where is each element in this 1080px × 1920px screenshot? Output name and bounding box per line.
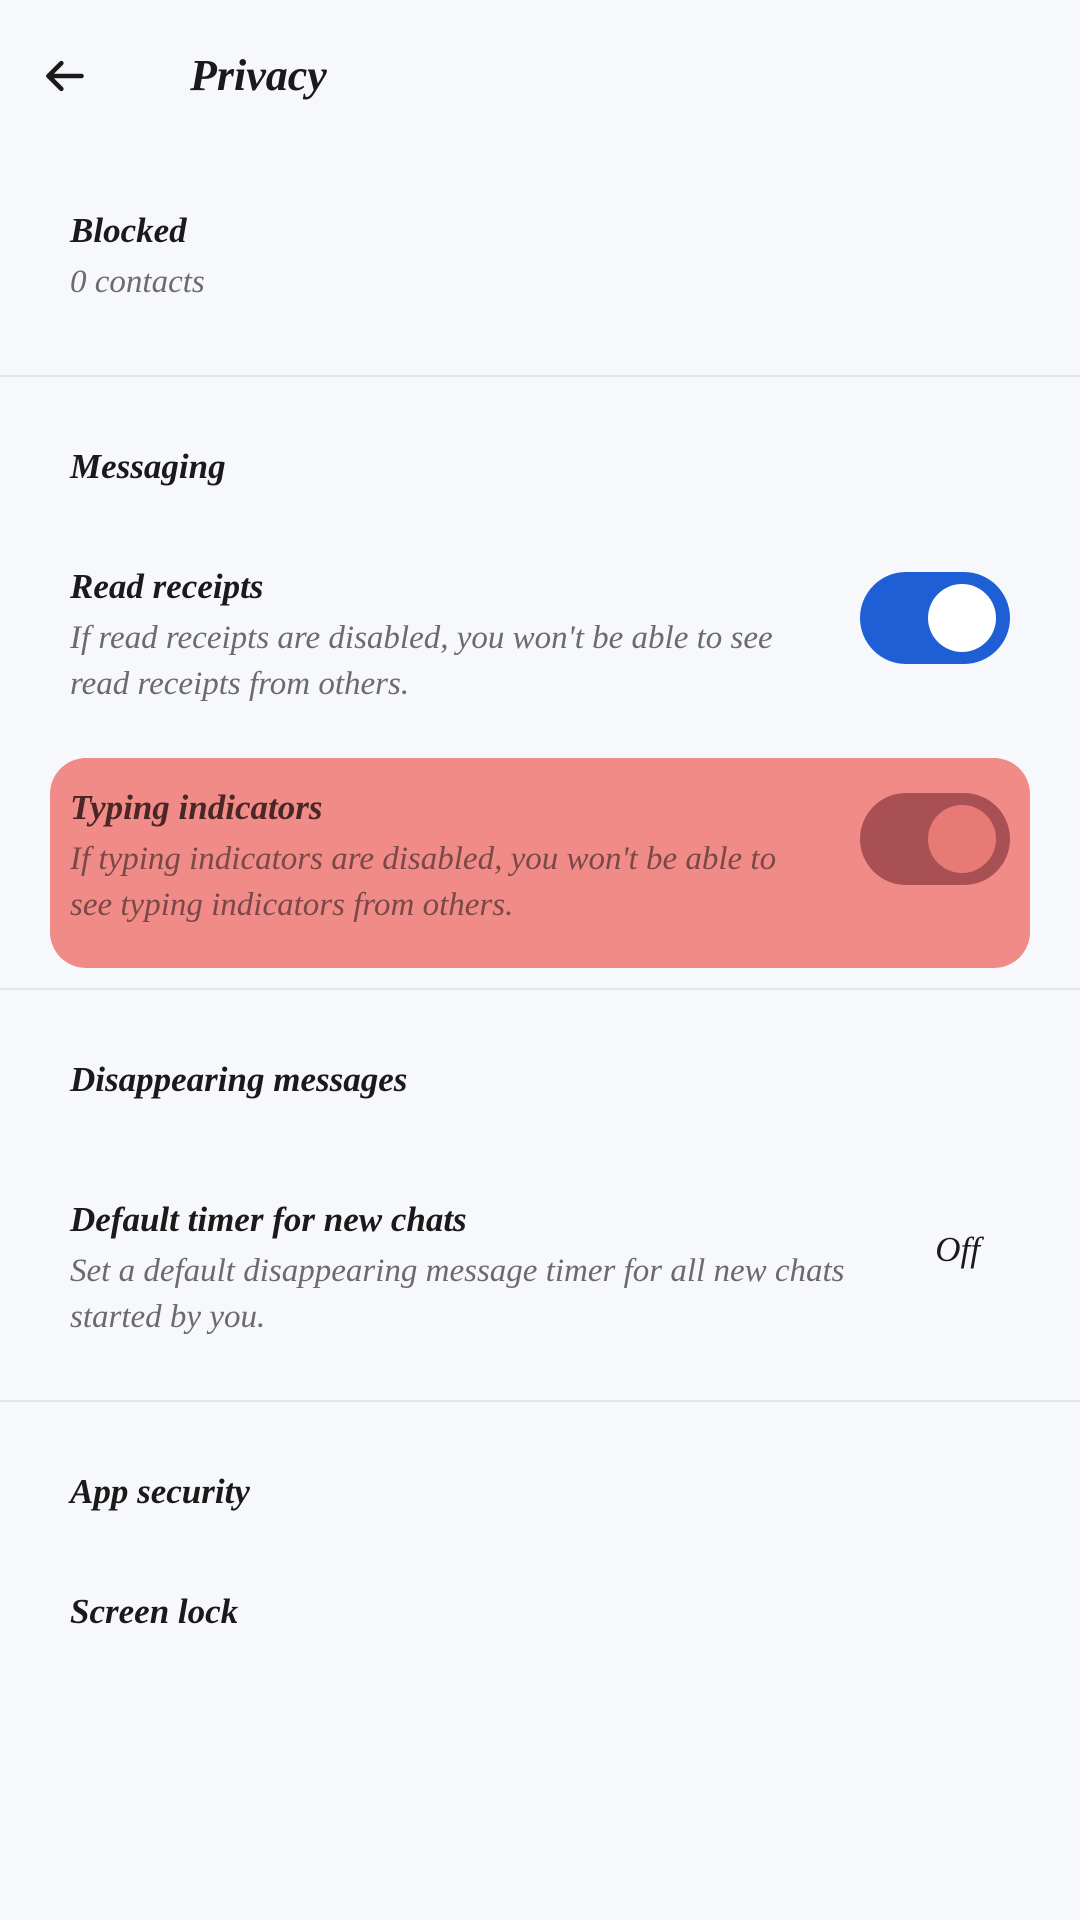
typing-indicators-title: Typing indicators (70, 788, 820, 828)
default-timer-subtitle: Set a default disappearing message timer… (70, 1248, 855, 1340)
toggle-knob (928, 805, 996, 873)
read-receipts-subtitle: If read receipts are disabled, you won't… (70, 615, 820, 707)
screen-lock-item[interactable]: Screen lock (70, 1572, 1010, 1670)
read-receipts-text: Read receipts If read receipts are disab… (70, 567, 860, 707)
blocked-title: Blocked (70, 211, 1010, 251)
default-timer-item[interactable]: Default timer for new chats Set a defaul… (70, 1160, 1010, 1380)
blocked-section: Blocked 0 contacts (0, 131, 1080, 355)
disappearing-section: Disappearing messages Default timer for … (0, 990, 1080, 1380)
typing-indicators-subtitle: If typing indicators are disabled, you w… (70, 836, 820, 928)
messaging-header: Messaging (70, 377, 1010, 547)
typing-indicators-text: Typing indicators If typing indicators a… (70, 788, 860, 928)
screen-lock-text: Screen lock (70, 1592, 1010, 1640)
page-title: Privacy (190, 50, 327, 101)
back-button[interactable] (40, 51, 90, 101)
default-timer-value: Off (895, 1230, 1010, 1270)
read-receipts-toggle[interactable] (860, 572, 1010, 664)
typing-indicators-item[interactable]: Typing indicators If typing indicators a… (50, 758, 1030, 968)
header: Privacy (0, 0, 1080, 131)
default-timer-title: Default timer for new chats (70, 1200, 855, 1240)
screen-lock-title: Screen lock (70, 1592, 970, 1632)
read-receipts-item[interactable]: Read receipts If read receipts are disab… (70, 547, 1010, 737)
read-receipts-title: Read receipts (70, 567, 820, 607)
blocked-subtitle: 0 contacts (70, 259, 1010, 305)
arrow-left-icon (43, 54, 87, 98)
messaging-section: Messaging Read receipts If read receipts… (0, 377, 1080, 968)
toggle-knob (928, 584, 996, 652)
app-security-header: App security (70, 1402, 1010, 1572)
default-timer-text: Default timer for new chats Set a defaul… (70, 1200, 895, 1340)
disappearing-header: Disappearing messages (70, 990, 1010, 1160)
typing-indicators-toggle[interactable] (860, 793, 1010, 885)
app-security-section: App security Screen lock (0, 1402, 1080, 1670)
blocked-item[interactable]: Blocked 0 contacts (70, 131, 1010, 355)
